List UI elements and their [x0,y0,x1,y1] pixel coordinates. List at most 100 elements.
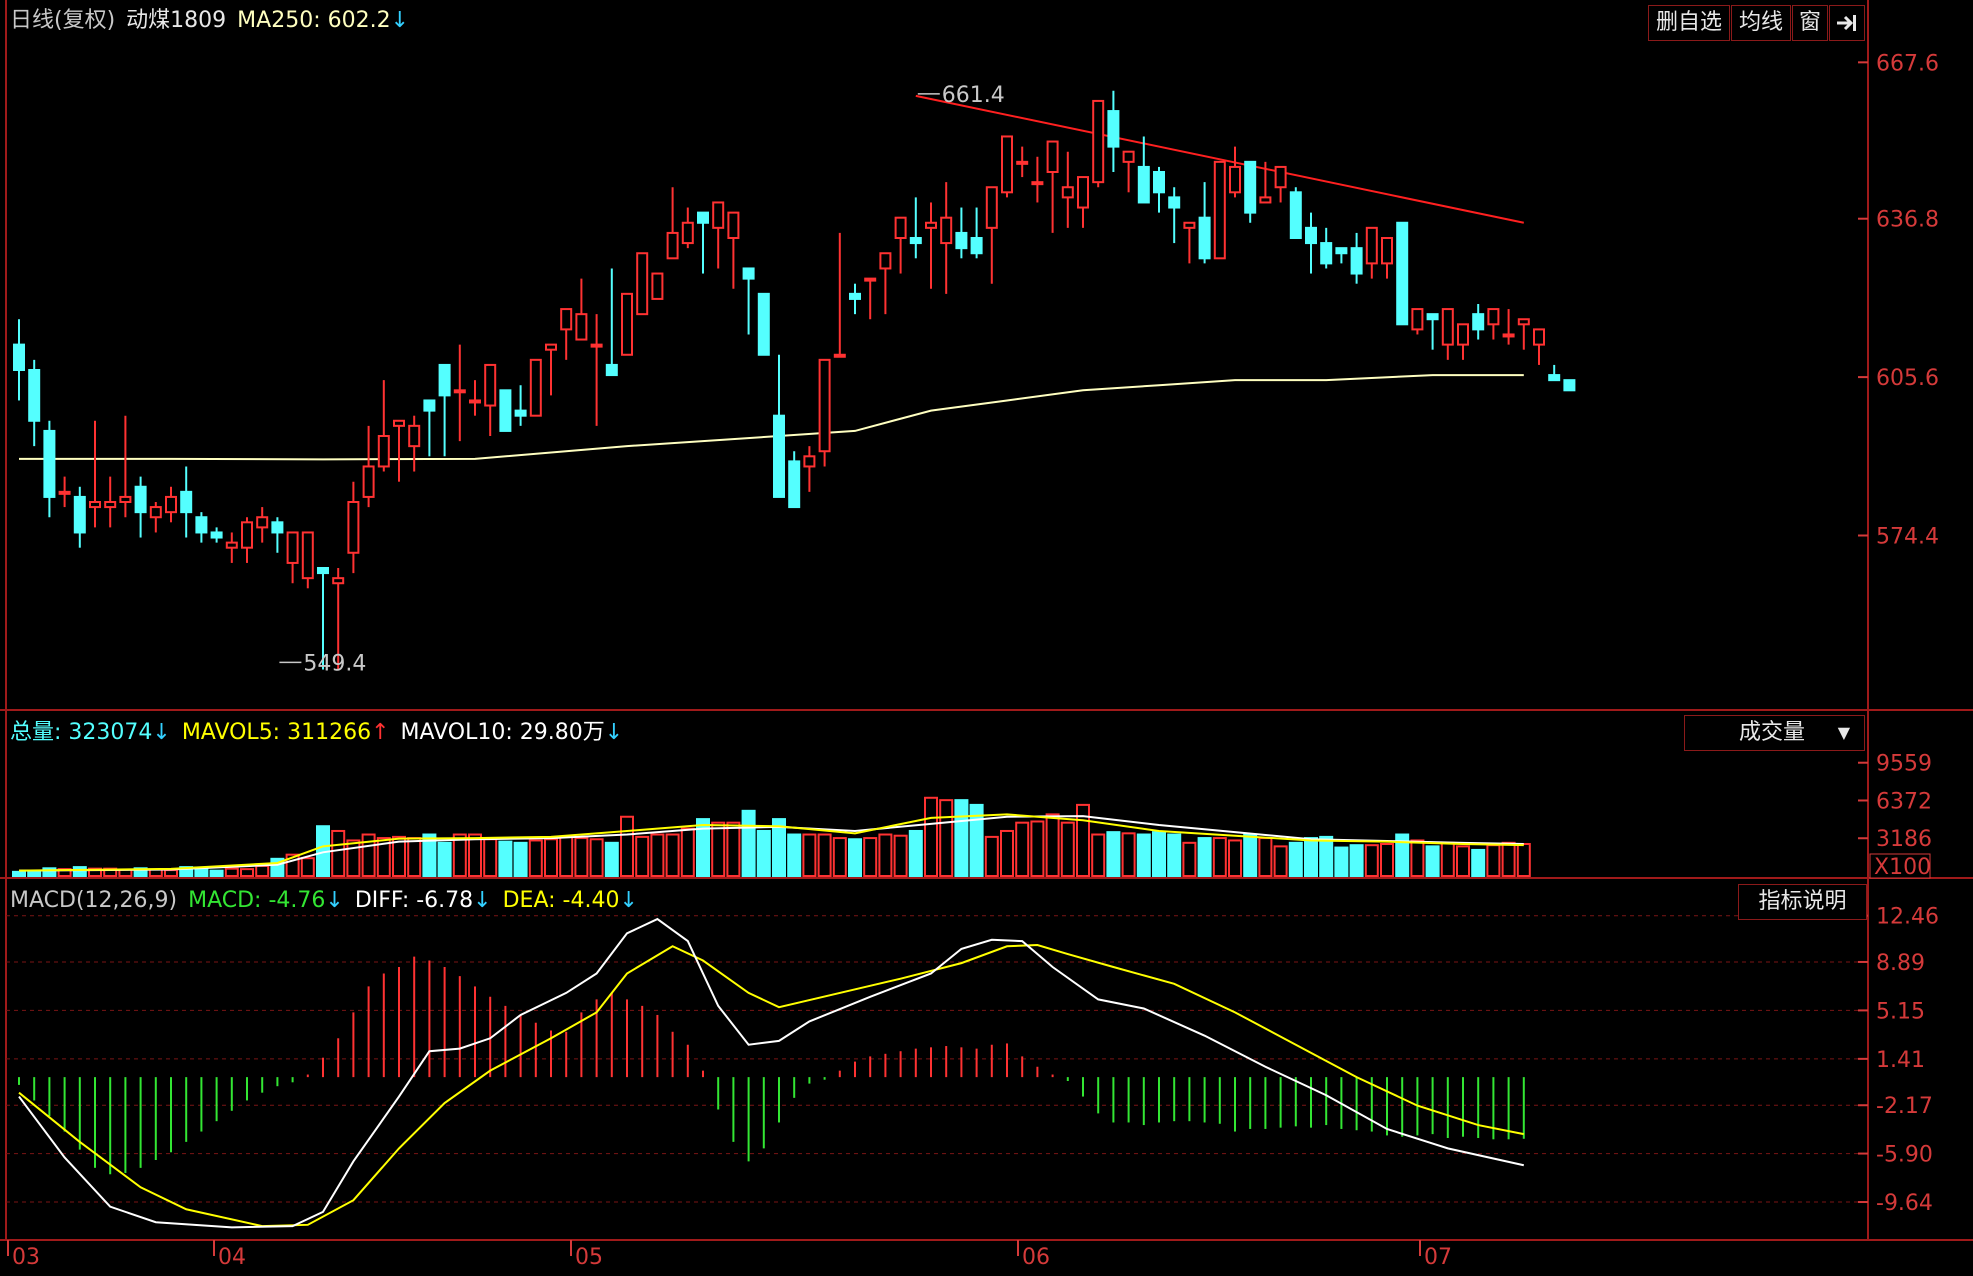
candle-up [985,186,998,229]
candle-down [1335,247,1348,255]
volume-bar [620,815,634,877]
candle-down [28,369,41,422]
candle-down [788,460,801,509]
candle-up [621,292,633,356]
candle-down [970,237,983,255]
price-y-tick-label: 636.8 [1876,208,1939,233]
macd-y-tick-label: 12.46 [1876,905,1939,930]
volume-bar [954,799,969,877]
candle-up [484,363,497,407]
candle-down [1137,165,1150,204]
volume-bar [589,838,604,878]
candle-down [1289,191,1302,239]
volume-bar [1516,843,1531,877]
volume-bar [1045,813,1060,877]
candle-down [1244,160,1257,214]
volume-bar [1182,841,1197,878]
volume-bar [1304,837,1318,878]
candle-down [1320,242,1333,265]
price-y-tick-label: 574.4 [1876,525,1939,550]
candle-down [499,389,512,432]
volume-bar [1243,833,1258,877]
candle-down [271,521,284,534]
exit-panel-icon[interactable] [1829,5,1865,41]
candle-up [149,506,162,519]
candle-up [666,231,679,260]
candle-up [1457,323,1469,346]
candle-down [1305,226,1317,245]
indicator-help-button[interactable]: 指标说明 [1738,884,1867,920]
diff-arrow: ↓ [473,888,492,913]
volume-bar [984,835,999,878]
candle-up [1046,140,1059,174]
volume-bar [255,864,270,877]
diff-label: DIFF: -6.78 [354,888,474,913]
candle-up [377,435,390,468]
macd-y-tick-label: -2.17 [1876,1094,1933,1119]
candle-down [1350,247,1363,275]
candle-up [1259,196,1272,204]
candle-up [1441,308,1454,346]
volume-bar [802,833,817,877]
volume-bar [1152,831,1166,877]
volume-bar [1364,844,1379,877]
window-button[interactable]: 窗 [1792,5,1828,41]
ma-line-button[interactable]: 均线 [1731,5,1791,41]
volume-bar [468,833,482,877]
candle-up [864,277,877,282]
exit-panel-icon-glyph [1837,15,1856,31]
candle-down [757,292,770,356]
volume-bar [300,857,315,878]
candle-up [1122,150,1135,163]
volume-bar [1000,829,1014,877]
volume-bar [331,829,346,877]
macd-y-tick-label: -5.90 [1876,1143,1933,1168]
candle-down [605,363,618,377]
candle-up [1533,328,1545,346]
mavol5-arrow: ↑ [371,720,390,745]
volume-bar [1060,821,1075,878]
delete-favorite-button[interactable]: 删自选 [1648,5,1730,41]
volume-bar [528,839,543,878]
candle-up [1183,221,1196,229]
candle-down [1472,313,1485,331]
candle-down [697,211,709,224]
chart-canvas[interactable]: 667.6 636.8 605.6 574.4 661.4 549.4 9559 6372 31… [0,0,1973,1272]
candle-up [453,389,466,394]
volume-bar [1486,844,1501,877]
candle-down [43,429,56,498]
volume-bar [741,809,756,878]
macd-y-tick-label: 5.15 [1876,999,1925,1024]
candle-up [58,490,71,495]
volume-bar [1501,841,1516,878]
candle-down [317,567,329,575]
candle-up [408,424,421,448]
chevron-down-icon: ▼ [1837,723,1850,742]
volume-bar [1456,845,1470,877]
candle-up [1061,186,1074,199]
indicator-select[interactable]: 成交量 ▼ [1684,715,1865,751]
ma250-line [19,374,1524,461]
candle-up [347,501,360,554]
candle-up [165,495,177,514]
candle-down [1548,374,1561,382]
candle-down [1153,171,1165,194]
macd-value-label: MACD: -4.76 [188,888,326,913]
volume-bar [164,869,178,878]
volume-bar [27,870,42,877]
candle-up [1274,165,1287,189]
mavol5-label: MAVOL5: 311266 [181,720,372,745]
candle-down [955,231,968,250]
candle-up [89,501,101,509]
candle-down [514,409,527,417]
dif-line [18,917,1525,1229]
volume-bar [240,868,254,877]
x-tick-label: 03 [12,1245,40,1270]
candle-up [225,541,238,549]
candle-down [1168,196,1181,209]
candle-up [1411,308,1424,331]
volume-bar [1030,820,1045,878]
volume-bar [513,841,528,878]
volume-bar [498,840,513,878]
dea-arrow: ↓ [619,888,638,913]
